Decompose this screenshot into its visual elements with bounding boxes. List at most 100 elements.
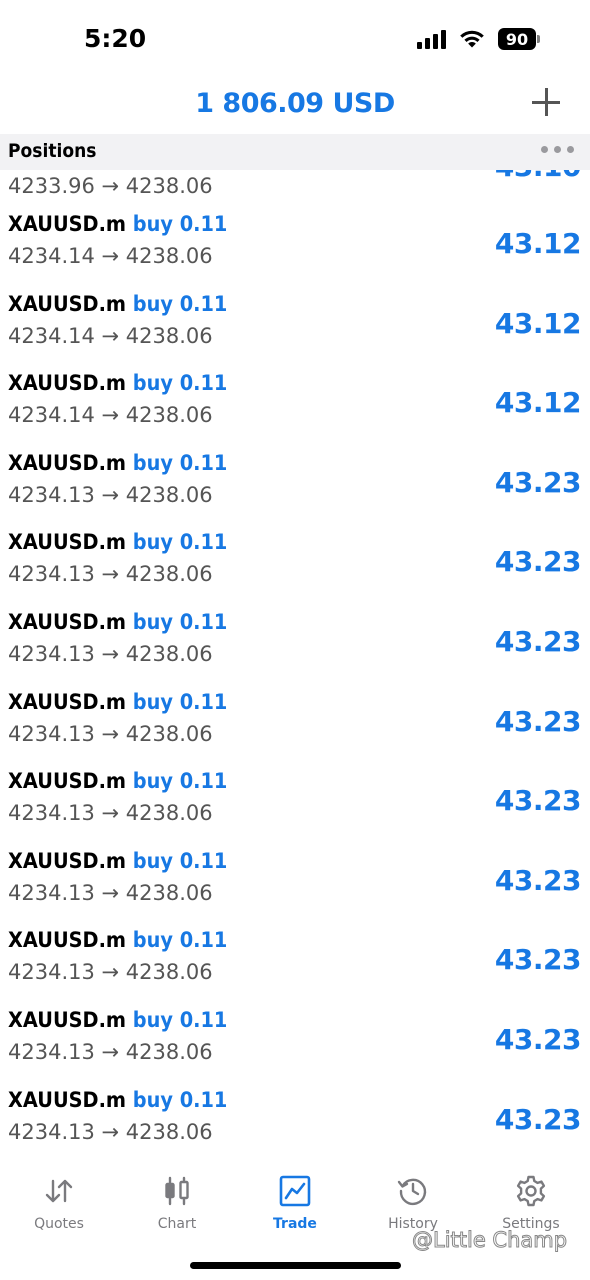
position-prices: 4234.14 → 4238.06: [8, 244, 213, 268]
position-profit: 43.12: [494, 386, 582, 420]
position-symbol: XAUUSD.m: [8, 450, 127, 475]
position-profit: 43.12: [494, 306, 582, 340]
position-profit: 43.23: [494, 784, 582, 818]
position-side-volume: buy 0.11: [132, 609, 228, 634]
position-side-volume: buy 0.11: [132, 848, 228, 873]
status-icons: 90: [417, 28, 540, 50]
position-prices: 4234.13 → 4238.06: [8, 562, 213, 587]
position-prices: 4234.13 → 4238.06: [8, 960, 213, 985]
chart-icon: [165, 1176, 189, 1206]
position-symbol: XAUUSD.m: [8, 769, 127, 794]
position-side-volume: buy 0.11: [132, 689, 228, 714]
position-title: XAUUSD.m buy 0.11: [8, 1008, 227, 1032]
more-dot-icon: [554, 146, 561, 153]
position-title: XAUUSD.m buy 0.11: [8, 530, 227, 554]
position-profit: 43.23: [494, 943, 582, 977]
position-prices: 4234.13 → 4238.06: [8, 1039, 213, 1064]
position-title: XAUUSD.m buy 0.11: [8, 212, 227, 236]
position-row[interactable]: XAUUSD.m buy 0.11 4234.13 → 4238.06 43.23: [0, 1082, 590, 1160]
positions-list[interactable]: 4233.96 → 4238.0643.10XAUUSD.m buy 0.114…: [0, 150, 590, 1160]
position-side-volume: buy 0.11: [132, 450, 228, 475]
position-symbol: XAUUSD.m: [8, 928, 127, 953]
position-row[interactable]: XAUUSD.m buy 0.11 4234.13 → 4238.06 43.23: [0, 445, 590, 525]
watermark: @Little Champ: [411, 1228, 568, 1253]
position-row[interactable]: XAUUSD.m buy 0.11 4234.13 → 4238.06 43.23: [0, 684, 590, 764]
settings-icon: [516, 1175, 546, 1207]
position-profit: 43.12: [494, 227, 582, 260]
add-order-button[interactable]: [530, 86, 562, 118]
position-title: XAUUSD.m buy 0.11: [8, 690, 227, 714]
battery-icon: 90: [498, 28, 540, 50]
more-dot-icon: [541, 146, 548, 153]
tab-label: Trade: [273, 1216, 317, 1232]
positions-section-header: Positions: [0, 134, 590, 170]
position-side-volume: buy 0.11: [132, 212, 228, 236]
position-prices: 4234.14 → 4238.06: [8, 403, 213, 428]
cellular-signal-icon: [417, 29, 446, 49]
more-dot-icon: [567, 146, 574, 153]
tab-label: Quotes: [34, 1216, 84, 1232]
position-profit: 43.23: [494, 863, 582, 897]
tab-label: Chart: [157, 1216, 197, 1232]
position-symbol: XAUUSD.m: [8, 1007, 127, 1032]
header: 1 806.09 USD: [0, 80, 590, 132]
history-icon: [397, 1178, 427, 1206]
home-indicator[interactable]: [190, 1262, 401, 1269]
position-row[interactable]: XAUUSD.m buy 0.11 4234.13 → 4238.06 43.23: [0, 604, 590, 684]
tab-quotes[interactable]: Quotes: [0, 1174, 118, 1232]
position-symbol: XAUUSD.m: [8, 609, 127, 634]
position-prices: 4233.96 → 4238.06: [8, 174, 213, 198]
position-prices: 4234.14 → 4238.06: [8, 323, 213, 348]
trade-icon: [279, 1175, 311, 1207]
position-row[interactable]: XAUUSD.m buy 0.11 4234.14 → 4238.06 43.12: [0, 286, 590, 366]
position-title: XAUUSD.m buy 0.11: [8, 1088, 227, 1112]
position-title: XAUUSD.m buy 0.11: [8, 371, 227, 395]
tab-bar: Quotes Chart Trade History Settings @Lit…: [0, 1160, 590, 1280]
position-profit: 43.23: [494, 465, 582, 499]
position-prices: 4234.13 → 4238.06: [8, 1119, 213, 1144]
position-profit: 43.23: [494, 704, 582, 738]
position-side-volume: buy 0.11: [132, 371, 228, 396]
quotes-icon: [45, 1179, 73, 1203]
position-title: XAUUSD.m buy 0.11: [8, 769, 227, 793]
position-side-volume: buy 0.11: [132, 1007, 228, 1032]
position-profit: 43.23: [494, 1022, 582, 1056]
position-row[interactable]: XAUUSD.m buy 0.11 4234.14 → 4238.06 43.12: [0, 206, 590, 286]
position-row[interactable]: XAUUSD.m buy 0.11 4234.13 → 4238.06 43.23: [0, 843, 590, 923]
position-symbol: XAUUSD.m: [8, 371, 127, 396]
position-row[interactable]: XAUUSD.m buy 0.11 4234.13 → 4238.06 43.23: [0, 763, 590, 843]
position-title: XAUUSD.m buy 0.11: [8, 928, 227, 952]
position-profit: 43.23: [494, 545, 582, 579]
position-title: XAUUSD.m buy 0.11: [8, 451, 227, 475]
more-options-button[interactable]: [541, 146, 574, 153]
position-row[interactable]: XAUUSD.m buy 0.11 4234.13 → 4238.06 43.23: [0, 524, 590, 604]
tab-history[interactable]: History: [354, 1174, 472, 1232]
position-side-volume: buy 0.11: [132, 928, 228, 953]
battery-level: 90: [498, 28, 536, 50]
tab-chart[interactable]: Chart: [118, 1174, 236, 1232]
position-row[interactable]: XAUUSD.m buy 0.11 4234.13 → 4238.06 43.23: [0, 1002, 590, 1082]
position-symbol: XAUUSD.m: [8, 530, 127, 555]
position-symbol: XAUUSD.m: [8, 212, 127, 236]
tab-settings[interactable]: Settings: [472, 1174, 590, 1232]
position-title: XAUUSD.m buy 0.11: [8, 849, 227, 873]
section-title: Positions: [8, 140, 97, 162]
account-balance: 1 806.09 USD: [195, 88, 395, 119]
position-row[interactable]: XAUUSD.m buy 0.11 4234.14 → 4238.06 43.12: [0, 365, 590, 445]
wifi-icon: [460, 30, 484, 48]
position-symbol: XAUUSD.m: [8, 848, 127, 873]
position-title: XAUUSD.m buy 0.11: [8, 610, 227, 634]
position-prices: 4234.13 → 4238.06: [8, 880, 213, 905]
position-symbol: XAUUSD.m: [8, 1087, 127, 1112]
tab-trade[interactable]: Trade: [236, 1174, 354, 1232]
status-time: 5:20: [84, 24, 147, 53]
position-row[interactable]: XAUUSD.m buy 0.11 4234.13 → 4238.06 43.23: [0, 922, 590, 1002]
position-profit: 43.23: [494, 1102, 582, 1136]
position-profit: 43.23: [494, 624, 582, 658]
position-side-volume: buy 0.11: [132, 291, 228, 316]
position-side-volume: buy 0.11: [132, 769, 228, 794]
position-symbol: XAUUSD.m: [8, 689, 127, 714]
position-prices: 4234.13 → 4238.06: [8, 801, 213, 826]
position-symbol: XAUUSD.m: [8, 291, 127, 316]
position-side-volume: buy 0.11: [132, 530, 228, 555]
